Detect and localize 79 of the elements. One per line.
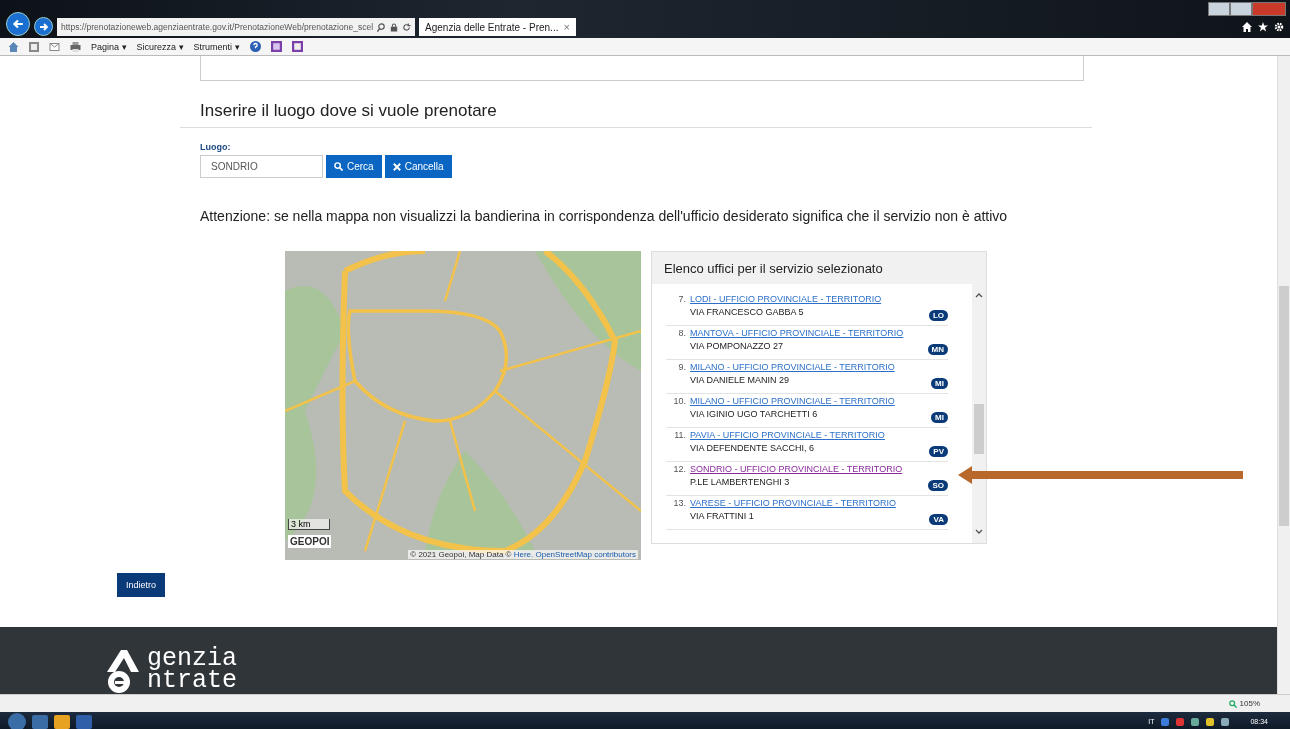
note-icon[interactable]: [270, 41, 282, 52]
panel-title: Elenco uffici per il servizio selezionato: [663, 260, 884, 278]
arrow-right-icon: [38, 21, 49, 32]
office-address: P.LE LAMBERTENGHI 3: [690, 477, 791, 487]
office-address: VIA DEFENDENTE SACCHI, 6: [690, 443, 816, 453]
back-button[interactable]: Indietro: [117, 573, 166, 597]
back-button[interactable]: [6, 12, 30, 36]
menu-item[interactable]: Strumenti ▾: [193, 41, 240, 52]
search-icon[interactable]: [377, 22, 387, 32]
scrollbar[interactable]: [972, 284, 986, 543]
refresh-icon[interactable]: [402, 22, 412, 32]
printer-icon[interactable]: [70, 41, 81, 52]
item-number: 13.: [672, 498, 686, 510]
scrollbar[interactable]: [1277, 56, 1290, 694]
province-tag: VA: [929, 514, 948, 525]
item-number: 12.: [672, 464, 686, 476]
logo-text: genzia: [147, 648, 237, 670]
province-tag: MN: [927, 344, 948, 355]
menu-item[interactable]: Sicurezza ▾: [136, 41, 184, 52]
taskbar-icon[interactable]: [32, 714, 48, 729]
field-label: Luogo:: [200, 142, 232, 152]
office-link[interactable]: VARESE - UFFICIO PROVINCIALE - TERRITORIO: [690, 498, 926, 508]
close-icon: [392, 162, 401, 171]
office-address: VIA POMPONAZZO 27: [690, 341, 785, 351]
office-link[interactable]: SONDRIO - UFFICIO PROVINCIALE - TERRITORIO: [690, 464, 925, 474]
search-button[interactable]: Cerca: [326, 155, 382, 178]
map-scale: 3 km: [288, 519, 330, 530]
start-button[interactable]: [8, 712, 26, 729]
settings-icon[interactable]: [1274, 22, 1284, 32]
map[interactable]: 3 km GEOPOI © 2021 Geopoi, Map Data © Here. OpenStreetMap contributors: [285, 251, 641, 560]
office-link[interactable]: PAVIA - UFFICIO PROVINCIALE - TERRITORIO: [690, 430, 926, 440]
province-tag: MI: [931, 412, 948, 423]
arrow-left-icon: [12, 18, 24, 30]
address-bar[interactable]: https://prenotazioneweb.agenziaentrate.gov.it/PrenotazioneWeb/prenotazione_scel: [57, 18, 416, 36]
map-attribution: © 2021 Geopoi, Map Data © Here. OpenStreetMap contributors: [408, 550, 638, 559]
zoom-icon[interactable]: [1228, 699, 1237, 708]
forward-button[interactable]: [34, 17, 53, 36]
item-number: 9.: [677, 362, 686, 374]
menu-item[interactable]: Pagina ▾: [91, 41, 127, 52]
home-icon[interactable]: [1242, 22, 1252, 32]
scrollbar-thumb[interactable]: [1279, 286, 1289, 526]
note-icon[interactable]: [291, 41, 303, 52]
caret-up-icon[interactable]: [975, 292, 983, 298]
item-number: 7.: [677, 294, 686, 306]
office-link[interactable]: MANTOVA - UFFICIO PROVINCIALE - TERRITORIO: [690, 328, 924, 338]
attribution-link[interactable]: OpenStreetMap contributors: [535, 550, 636, 559]
minimize-button[interactable]: [1208, 2, 1230, 16]
map-logo: GEOPOI: [288, 535, 332, 548]
logo-text: ntrate: [147, 670, 237, 692]
scrollbar-thumb[interactable]: [974, 404, 984, 454]
province-tag: MI: [931, 378, 948, 389]
province-tag: LO: [928, 310, 948, 321]
taskbar-icon[interactable]: [54, 714, 70, 729]
star-icon[interactable]: [1258, 22, 1268, 32]
zoom-level[interactable]: 105%: [1239, 699, 1260, 708]
section-title: Inserire il luogo dove si vuole prenotare: [180, 101, 1092, 128]
office-address: VIA FRATTINI 1: [690, 511, 755, 521]
maximize-button[interactable]: [1230, 2, 1252, 16]
item-number: 10.: [672, 396, 686, 408]
item-number: 11.: [673, 430, 686, 442]
search-icon: [334, 162, 343, 171]
office-link[interactable]: MILANO - UFFICIO PROVINCIALE - TERRITORIO: [690, 396, 928, 406]
help-icon[interactable]: [249, 41, 261, 52]
browser-tab[interactable]: Agenzia delle Entrate - Pren... ×: [419, 18, 576, 36]
office-link[interactable]: MILANO - UFFICIO PROVINCIALE - TERRITORIO: [690, 362, 928, 372]
office-address: VIA FRANCESCO GABBA 5: [690, 307, 805, 317]
lock-icon: [390, 22, 399, 32]
mail-icon[interactable]: [49, 42, 60, 51]
caret-down-icon[interactable]: [975, 529, 983, 535]
office-link[interactable]: LODI - UFFICIO PROVINCIALE - TERRITORIO: [690, 294, 925, 304]
attribution-link[interactable]: Here.: [513, 550, 534, 559]
province-tag: PV: [929, 446, 948, 457]
clear-button[interactable]: Cancella: [384, 155, 452, 178]
province-tag: SO: [928, 480, 948, 491]
place-input[interactable]: SONDRIO: [200, 155, 323, 178]
item-number: 8.: [677, 328, 686, 340]
office-address: VIA IGINIO UGO TARCHETTI 6: [690, 409, 819, 419]
notice-text: Attenzione: se nella mappa non visualizzi la bandierina in corrispondenza dell'ufficio desiderato significa che il servizio non è attivo: [200, 208, 1009, 224]
office-address: VIA DANIELE MANIN 29: [690, 375, 791, 385]
